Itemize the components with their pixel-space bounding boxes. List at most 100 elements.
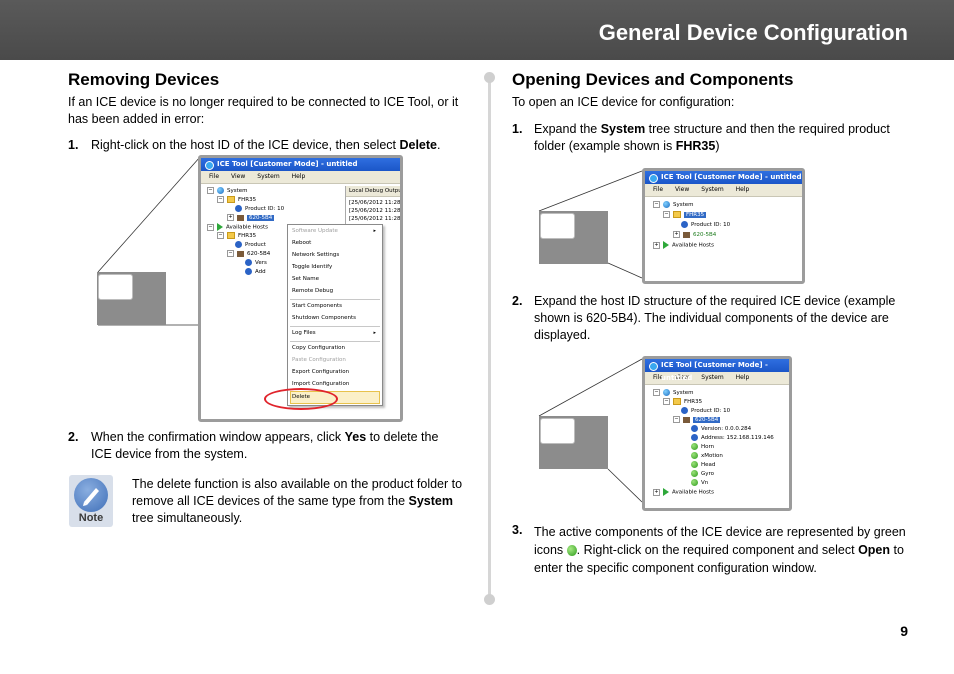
menu-system[interactable]: System bbox=[701, 186, 723, 193]
device-icon bbox=[683, 231, 690, 238]
device-tree: − System − FHR35 Product ID: 10 −620-5B4 V… bbox=[645, 385, 789, 505]
tree-item-component-head[interactable]: Head bbox=[691, 461, 715, 470]
removing-step-1: Right-click on the host ID of the ICE de… bbox=[91, 138, 441, 152]
section-heading-removing-devices: Removing Devices bbox=[68, 70, 220, 89]
highlight-ellipse bbox=[264, 388, 338, 410]
tree-item-component-xmotion[interactable]: xMotion bbox=[691, 452, 723, 461]
menu-system[interactable]: System bbox=[701, 374, 723, 381]
tree-item-address[interactable]: Address: 152.168.119.146 bbox=[691, 434, 774, 443]
tree-item-device-2[interactable]: −620-5B4 bbox=[227, 250, 270, 259]
tree-item-system[interactable]: − System bbox=[207, 187, 248, 196]
menu-file[interactable]: File bbox=[653, 186, 663, 193]
menu-separator bbox=[290, 341, 380, 342]
window-title: ICE Tool [Customer Mode] - untitled bbox=[645, 359, 789, 382]
window-title: ICE Tool [Customer Mode] - untitled bbox=[645, 171, 802, 184]
tree-item-version[interactable]: Version: 0.0.0.284 bbox=[691, 425, 751, 434]
menu-item-start-components[interactable]: Start Components bbox=[292, 303, 342, 309]
menu-item-paste-configuration[interactable]: Paste Configuration bbox=[292, 357, 346, 363]
tree-item-available-hosts[interactable]: − Available Hosts bbox=[207, 223, 268, 232]
info-icon bbox=[681, 221, 688, 228]
globe-icon bbox=[663, 389, 670, 396]
device-tree: − System − FHR35 Product ID: 10 +620-5B4 −… bbox=[201, 184, 400, 414]
menu-separator bbox=[290, 326, 380, 327]
tree-item-version-truncated[interactable]: Vers bbox=[245, 259, 267, 268]
menu-separator bbox=[290, 299, 380, 300]
menu-item-copy-configuration[interactable]: Copy Configuration bbox=[292, 345, 345, 351]
menu-item-software-update[interactable]: Software Update bbox=[292, 228, 338, 234]
tree-item-component-vn[interactable]: Vn bbox=[691, 479, 708, 488]
tree-item-product-folder-2[interactable]: − FHR35 bbox=[217, 232, 256, 241]
submenu-arrow-icon: ▸ bbox=[373, 228, 376, 234]
menu-item-import-configuration[interactable]: Import Configuration bbox=[292, 381, 349, 387]
debug-line: [25/06/2012 11:28 bbox=[349, 208, 401, 214]
menu-bar: File View System Help bbox=[201, 171, 400, 184]
pen-icon bbox=[83, 488, 99, 506]
menu-file[interactable]: File bbox=[209, 173, 219, 180]
tree-item-available-hosts[interactable]: + Available Hosts bbox=[653, 488, 714, 497]
info-icon bbox=[245, 259, 252, 266]
tree-item-component-horn[interactable]: Horn bbox=[691, 443, 714, 452]
section-heading-opening-devices: Opening Devices and Components bbox=[512, 70, 794, 89]
window-title: ICE Tool [Customer Mode] - untitled bbox=[201, 158, 400, 171]
info-icon bbox=[691, 434, 698, 441]
tree-item-system[interactable]: − System bbox=[653, 389, 694, 398]
menu-item-set-name[interactable]: Set Name bbox=[292, 276, 319, 282]
tree-item-device[interactable]: −620-5B4 bbox=[673, 416, 721, 425]
menu-help[interactable]: Help bbox=[736, 374, 750, 381]
tree-item-address-truncated[interactable]: Add bbox=[245, 268, 266, 277]
tree-item-system[interactable]: − System bbox=[653, 201, 694, 210]
debug-line: [25/06/2012 11:28 bbox=[349, 200, 401, 206]
context-menu: Software Update ▸ Reboot Network Setting… bbox=[287, 224, 383, 406]
menu-item-shutdown-components[interactable]: Shutdown Components bbox=[292, 315, 356, 321]
step-number: 3. bbox=[512, 523, 523, 537]
removing-step-2: When the confirmation window appears, cl… bbox=[91, 430, 439, 461]
tree-item-product-id[interactable]: Product ID: 10 bbox=[235, 205, 284, 214]
note-label: Note bbox=[78, 512, 104, 524]
divider-dot-bottom bbox=[484, 594, 495, 605]
tree-item-product-id[interactable]: Product ID: 10 bbox=[681, 221, 730, 230]
screenshot-delete-device: ICE Tool [Customer Mode] - untitled File… bbox=[198, 155, 403, 422]
tree-item-product-folder[interactable]: − FHR35 bbox=[663, 211, 707, 220]
step-number: 1. bbox=[512, 122, 523, 136]
screenshot-expand-system: ICE Tool [Customer Mode] - untitled File… bbox=[642, 168, 805, 284]
menu-item-toggle-identify[interactable]: Toggle Identify bbox=[292, 264, 332, 270]
menu-view[interactable]: View bbox=[231, 173, 245, 180]
info-icon bbox=[691, 425, 698, 432]
play-icon bbox=[663, 241, 669, 249]
device-tree: − System − FHR35 Product ID: 10 +620-5B4 +… bbox=[645, 197, 802, 277]
tree-item-product-truncated[interactable]: Product bbox=[235, 241, 266, 250]
menu-item-log-files[interactable]: Log Files bbox=[292, 330, 316, 336]
tree-item-available-hosts[interactable]: + Available Hosts bbox=[653, 241, 714, 250]
menu-help[interactable]: Help bbox=[736, 186, 750, 193]
info-icon bbox=[235, 241, 242, 248]
step-number: 2. bbox=[68, 430, 79, 444]
opening-intro: To open an ICE device for configuration: bbox=[512, 95, 735, 109]
tree-item-device[interactable]: +620-5B4 bbox=[673, 231, 716, 240]
menu-item-reboot[interactable]: Reboot bbox=[292, 240, 311, 246]
green-component-icon bbox=[691, 470, 698, 477]
step-number: 2. bbox=[512, 294, 523, 308]
menu-system[interactable]: System bbox=[257, 173, 279, 180]
play-icon bbox=[217, 223, 223, 231]
menu-view[interactable]: View bbox=[675, 186, 689, 193]
info-icon bbox=[245, 268, 252, 275]
tree-item-product-folder[interactable]: − FHR35 bbox=[217, 196, 256, 205]
step-number: 1. bbox=[68, 138, 79, 152]
info-icon bbox=[235, 205, 242, 212]
device-icon bbox=[237, 250, 244, 257]
folder-icon bbox=[673, 211, 681, 218]
globe-icon bbox=[663, 201, 670, 208]
debug-line: [25/06/2012 11:28 bbox=[349, 216, 401, 222]
menu-help[interactable]: Help bbox=[292, 173, 306, 180]
callout-placeholder bbox=[97, 272, 166, 325]
tree-item-component-gyro[interactable]: Gyro bbox=[691, 470, 714, 479]
tree-item-product-folder[interactable]: − FHR35 bbox=[663, 398, 702, 407]
menu-item-remote-debug[interactable]: Remote Debug bbox=[292, 288, 333, 294]
menu-item-export-configuration[interactable]: Export Configuration bbox=[292, 369, 349, 375]
tree-item-device[interactable]: +620-5B4 bbox=[227, 214, 275, 223]
folder-icon bbox=[227, 196, 235, 203]
menu-item-network-settings[interactable]: Network Settings bbox=[292, 252, 339, 258]
green-component-icon bbox=[691, 452, 698, 459]
tree-item-product-id[interactable]: Product ID: 10 bbox=[681, 407, 730, 416]
opening-step-3: The active components of the ICE device … bbox=[534, 525, 906, 575]
